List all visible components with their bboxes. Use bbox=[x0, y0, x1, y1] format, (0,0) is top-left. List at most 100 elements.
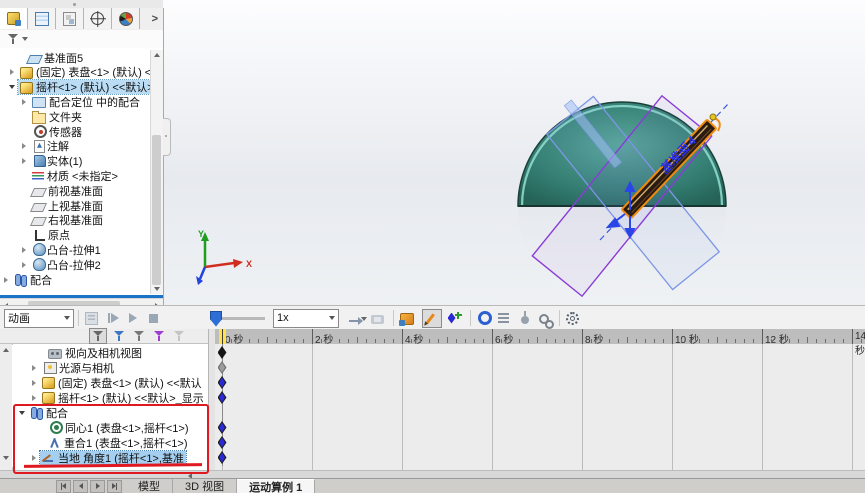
tree-row-content: 凸台-拉伸1 bbox=[30, 243, 103, 257]
time-slider[interactable] bbox=[210, 310, 265, 327]
vscroll-thumb[interactable] bbox=[152, 135, 161, 285]
feature-tree-item[interactable]: 配合定位 中的配合 bbox=[2, 94, 150, 109]
keyframe-diamond[interactable] bbox=[218, 376, 227, 389]
expand-arrow-icon[interactable] bbox=[20, 260, 30, 270]
time-slider-handle[interactable] bbox=[210, 310, 222, 327]
stop-button[interactable] bbox=[143, 309, 163, 328]
expand-arrow-icon[interactable] bbox=[30, 378, 40, 388]
motor-button[interactable] bbox=[475, 309, 495, 328]
add-key-button[interactable] bbox=[446, 309, 466, 328]
save-animation-button[interactable] bbox=[369, 309, 389, 328]
feature-tree-item[interactable]: (固定) 表盘<1> (默认) <<默认 bbox=[2, 65, 150, 80]
feature-manager-panel: > 基准面5 (固定) 表盘<1> (默认) <<默认摇杆<1> (默认) <<默… bbox=[0, 8, 164, 313]
next-tab-button[interactable] bbox=[90, 479, 105, 493]
gravity-button[interactable] bbox=[515, 309, 535, 328]
first-tab-button[interactable] bbox=[56, 479, 71, 493]
timeline-area[interactable] bbox=[215, 344, 865, 470]
doc-tab-item[interactable]: 3D 视图 bbox=[173, 479, 238, 493]
no-filter-button[interactable] bbox=[89, 328, 107, 344]
expand-arrow-icon[interactable] bbox=[20, 97, 30, 107]
filter-driving-button[interactable] bbox=[131, 329, 147, 343]
panel-collapse-handle[interactable] bbox=[163, 118, 171, 156]
tree-item-label: 原点 bbox=[48, 230, 70, 243]
contact-button[interactable] bbox=[535, 309, 555, 329]
feature-tree-item[interactable]: 原点 bbox=[2, 228, 150, 243]
part-icon bbox=[20, 81, 33, 94]
tab-display-manager[interactable] bbox=[112, 8, 140, 29]
doc-tab-active[interactable]: 运动算例 1 bbox=[237, 479, 316, 494]
tree-item-label: 上视基准面 bbox=[48, 200, 103, 213]
graphics-viewport[interactable]: 基准面 4 Y X bbox=[163, 0, 865, 305]
feature-tree-item[interactable]: 凸台-拉伸2 bbox=[2, 257, 150, 272]
feature-tree-item[interactable]: 材质 <未指定> bbox=[2, 168, 150, 183]
feature-tree-item[interactable]: 凸台-拉伸1 bbox=[2, 242, 150, 257]
part-icon bbox=[20, 66, 33, 79]
scroll-up-icon[interactable] bbox=[154, 53, 160, 57]
spring-button[interactable] bbox=[495, 309, 515, 328]
calculate-button[interactable] bbox=[83, 309, 103, 328]
scroll-down-icon[interactable] bbox=[154, 287, 160, 291]
tab-property-manager[interactable] bbox=[28, 8, 56, 29]
motion-tree-item[interactable]: 视向及相机视图 bbox=[12, 345, 207, 360]
tab-featuremanager-design-tree[interactable] bbox=[0, 8, 28, 29]
feature-tree-item[interactable]: 前视基准面 bbox=[2, 183, 150, 198]
feature-tree-item[interactable]: 上视基准面 bbox=[2, 198, 150, 213]
keyframe-diamond[interactable] bbox=[218, 361, 227, 374]
tab-dimxpert-manager[interactable] bbox=[84, 8, 112, 29]
filter-results-button[interactable] bbox=[171, 329, 187, 343]
tab-overflow-button[interactable]: > bbox=[140, 8, 163, 30]
model-canvas: 基准面 4 Y X bbox=[196, 94, 730, 305]
keyframe-diamond[interactable] bbox=[218, 451, 227, 464]
keyframe-diamond[interactable] bbox=[218, 391, 227, 404]
expand-arrow-icon[interactable] bbox=[8, 67, 18, 77]
motion-tree-item[interactable]: (固定) 表盘<1> (默认) <<默认 bbox=[12, 375, 207, 390]
feature-tree-vscrollbar[interactable] bbox=[150, 50, 163, 294]
prev-tab-button[interactable] bbox=[73, 479, 88, 493]
tree-item-label: 配合 bbox=[30, 274, 52, 287]
expand-arrow-icon[interactable] bbox=[2, 275, 12, 285]
filter-animated-button[interactable] bbox=[111, 329, 127, 343]
play-from-start-button[interactable] bbox=[103, 309, 123, 328]
expand-arrow-icon[interactable] bbox=[20, 245, 30, 255]
tab-configuration-manager[interactable] bbox=[56, 8, 84, 29]
keyframe-diamond[interactable] bbox=[218, 421, 227, 434]
expand-arrow-icon[interactable] bbox=[30, 393, 40, 403]
study-type-select[interactable]: 动画 bbox=[4, 308, 74, 328]
timeline-ruler[interactable] bbox=[215, 329, 865, 345]
keyframe-diamond[interactable] bbox=[218, 346, 227, 359]
doc-tab-item[interactable]: 模型 bbox=[126, 479, 173, 493]
motion-tree-item[interactable]: 摇杆<1> (默认) <<默认>_显示 bbox=[12, 390, 207, 405]
filter-selected-button[interactable] bbox=[151, 329, 167, 343]
motor-icon bbox=[478, 311, 492, 325]
feature-tree-item[interactable]: 实体(1) bbox=[2, 154, 150, 169]
feature-tree-item[interactable]: 注解 bbox=[2, 139, 150, 154]
playback-speed-select[interactable]: 1x bbox=[273, 308, 339, 328]
expand-arrow-icon[interactable] bbox=[20, 141, 30, 151]
scroll-down-icon[interactable] bbox=[3, 456, 9, 460]
configuration-manager-icon bbox=[63, 11, 76, 26]
gear-icon bbox=[566, 311, 579, 325]
feature-tree-item[interactable]: 基准面5 bbox=[2, 50, 150, 65]
feature-tree-item[interactable]: 右视基准面 bbox=[2, 213, 150, 228]
motion-study-properties-button[interactable] bbox=[564, 309, 584, 328]
tree-filter-button[interactable] bbox=[5, 32, 21, 46]
keyframe-diamond[interactable] bbox=[218, 436, 227, 449]
play-button[interactable] bbox=[123, 309, 143, 328]
scroll-up-icon[interactable] bbox=[3, 348, 9, 352]
feature-tree-item[interactable]: 摇杆<1> (默认) <<默认>_显示 bbox=[2, 79, 150, 96]
feature-tree-item[interactable]: 配合 bbox=[2, 272, 150, 287]
motion-tree-item[interactable]: 光源与相机 bbox=[12, 360, 207, 375]
tree-item-label: 材质 <未指定> bbox=[47, 170, 118, 183]
animation-wizard-button[interactable] bbox=[398, 309, 418, 328]
feature-tree-item[interactable]: 传感器 bbox=[2, 124, 150, 139]
expand-arrow-icon[interactable] bbox=[20, 156, 30, 166]
collapse-arrow-icon[interactable] bbox=[8, 82, 18, 92]
playback-mode-button[interactable] bbox=[345, 309, 365, 328]
autokey-button[interactable] bbox=[422, 308, 442, 328]
timeline-playhead[interactable] bbox=[219, 329, 226, 344]
last-tab-button[interactable] bbox=[107, 479, 122, 493]
expand-arrow-icon[interactable] bbox=[30, 363, 40, 373]
tree-item-label: 光源与相机 bbox=[59, 362, 114, 375]
feature-tree-item[interactable]: 文件夹 bbox=[2, 109, 150, 124]
tree-item-label: 凸台-拉伸2 bbox=[47, 259, 101, 272]
